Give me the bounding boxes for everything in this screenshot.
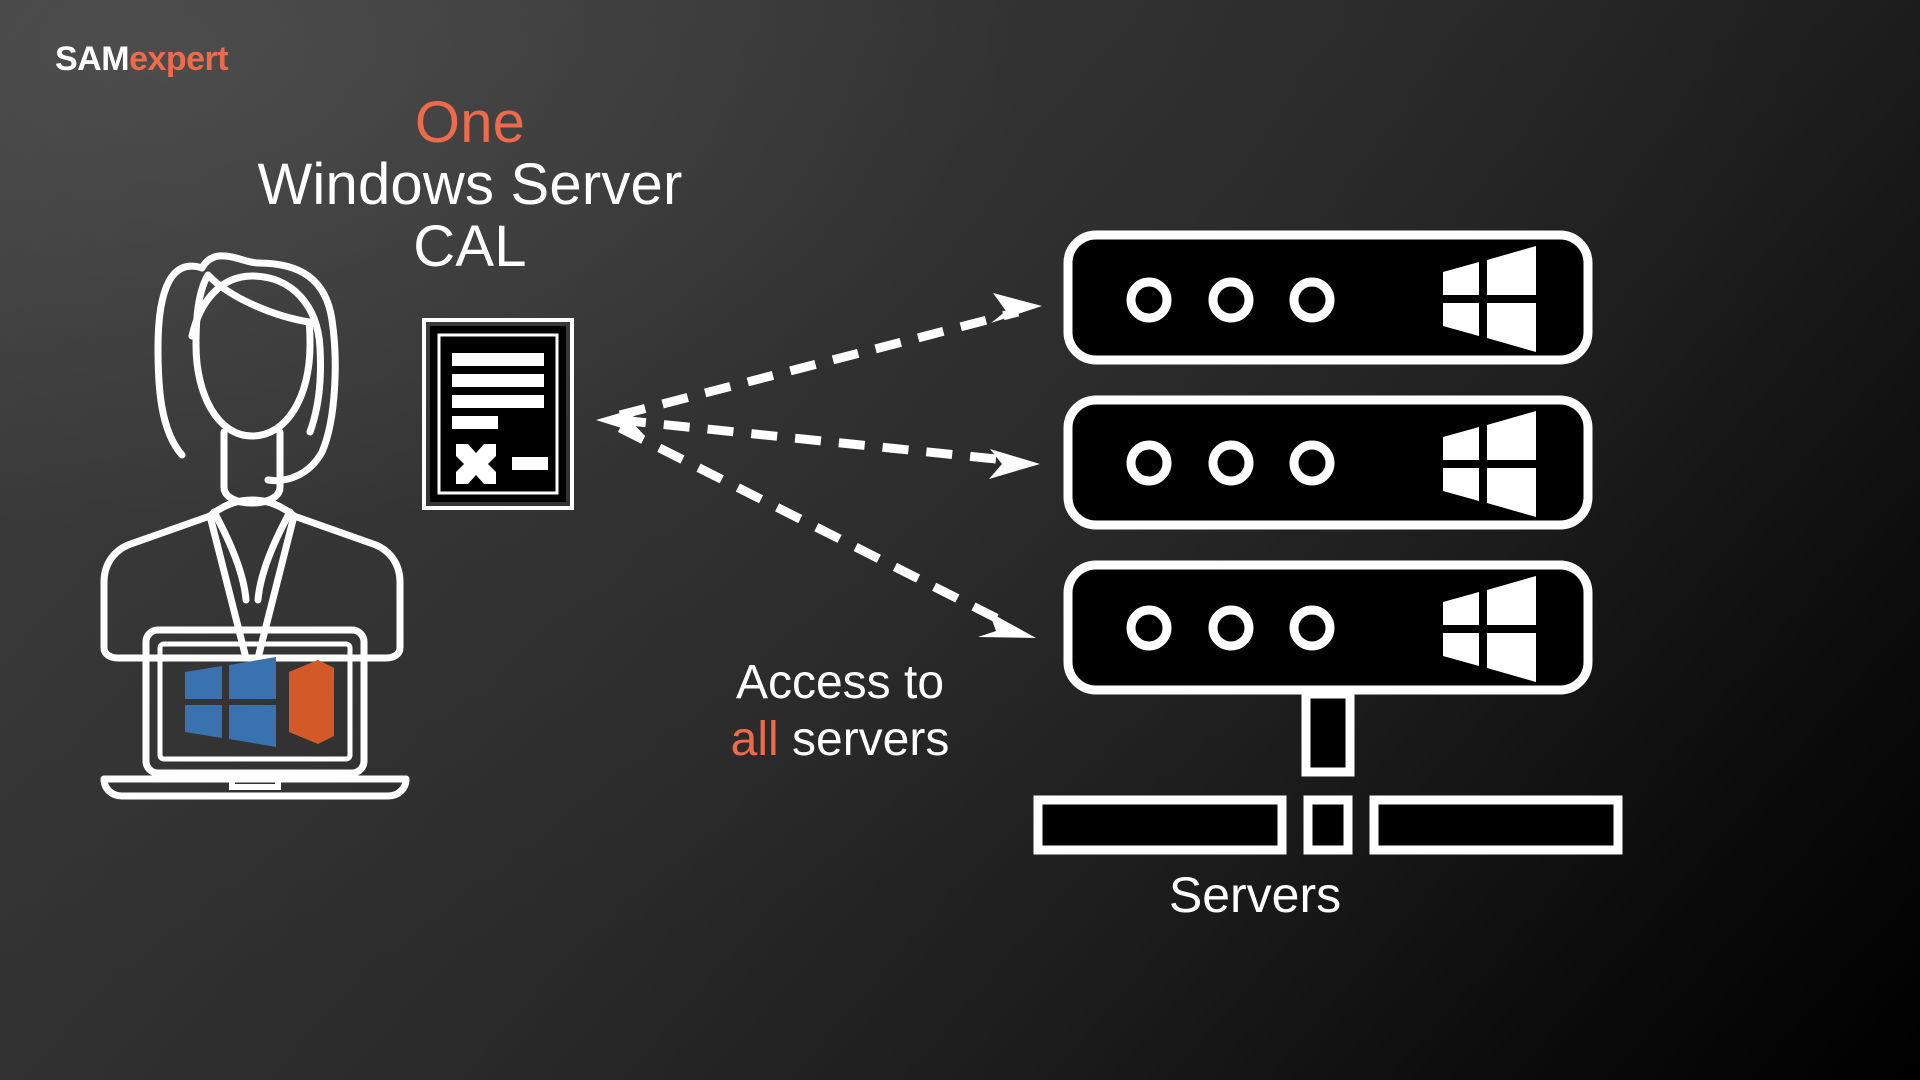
slide-canvas: SAMexpert One Windows Server CAL Access … xyxy=(0,0,1920,1080)
license-document-icon xyxy=(422,318,574,510)
dashed-arrows-group xyxy=(617,307,1020,630)
arrowhead-top xyxy=(991,293,1042,323)
rack-base-right-segment xyxy=(1369,795,1623,855)
server-unit-3[interactable] xyxy=(1063,560,1593,695)
dashed-arrow-icon-top xyxy=(618,307,1020,420)
server-rack-base-icon xyxy=(1033,689,1623,855)
office-logo-icon xyxy=(289,660,334,744)
rack-base-left-segment xyxy=(1033,795,1287,855)
illustration-layer xyxy=(100,230,1623,855)
rack-base-center-segment xyxy=(1303,795,1353,855)
arrowhead-middle xyxy=(989,449,1040,479)
businesswoman-icon xyxy=(100,252,404,662)
arrowheads-group xyxy=(596,293,1042,638)
server-unit-2[interactable] xyxy=(1063,395,1593,530)
server-unit-1[interactable] xyxy=(1063,230,1593,365)
windows-logo-icon xyxy=(185,657,276,747)
